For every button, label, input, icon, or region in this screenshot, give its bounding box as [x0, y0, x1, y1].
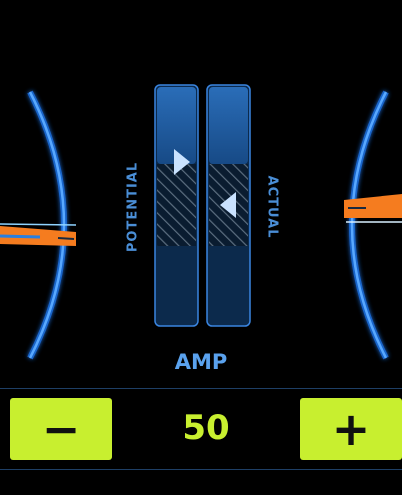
- potential-label: POTENTIAL: [125, 161, 141, 253]
- actual-label: ACTUAL: [264, 175, 280, 239]
- minus-icon: −: [41, 402, 81, 456]
- increase-button[interactable]: +: [300, 398, 402, 460]
- decrease-button[interactable]: −: [10, 398, 112, 460]
- right-arc-gauge: [349, 90, 389, 360]
- plus-icon: +: [331, 402, 371, 456]
- amp-label: AMP: [174, 350, 228, 374]
- center-meter: [154, 82, 251, 330]
- divider-top: [0, 388, 402, 389]
- amp-control-panel: POTENTIAL ACTUAL AMP − 50 +: [0, 0, 402, 495]
- divider-bottom: [0, 469, 402, 470]
- potential-fill: [157, 164, 196, 246]
- amp-value: 50: [182, 408, 230, 448]
